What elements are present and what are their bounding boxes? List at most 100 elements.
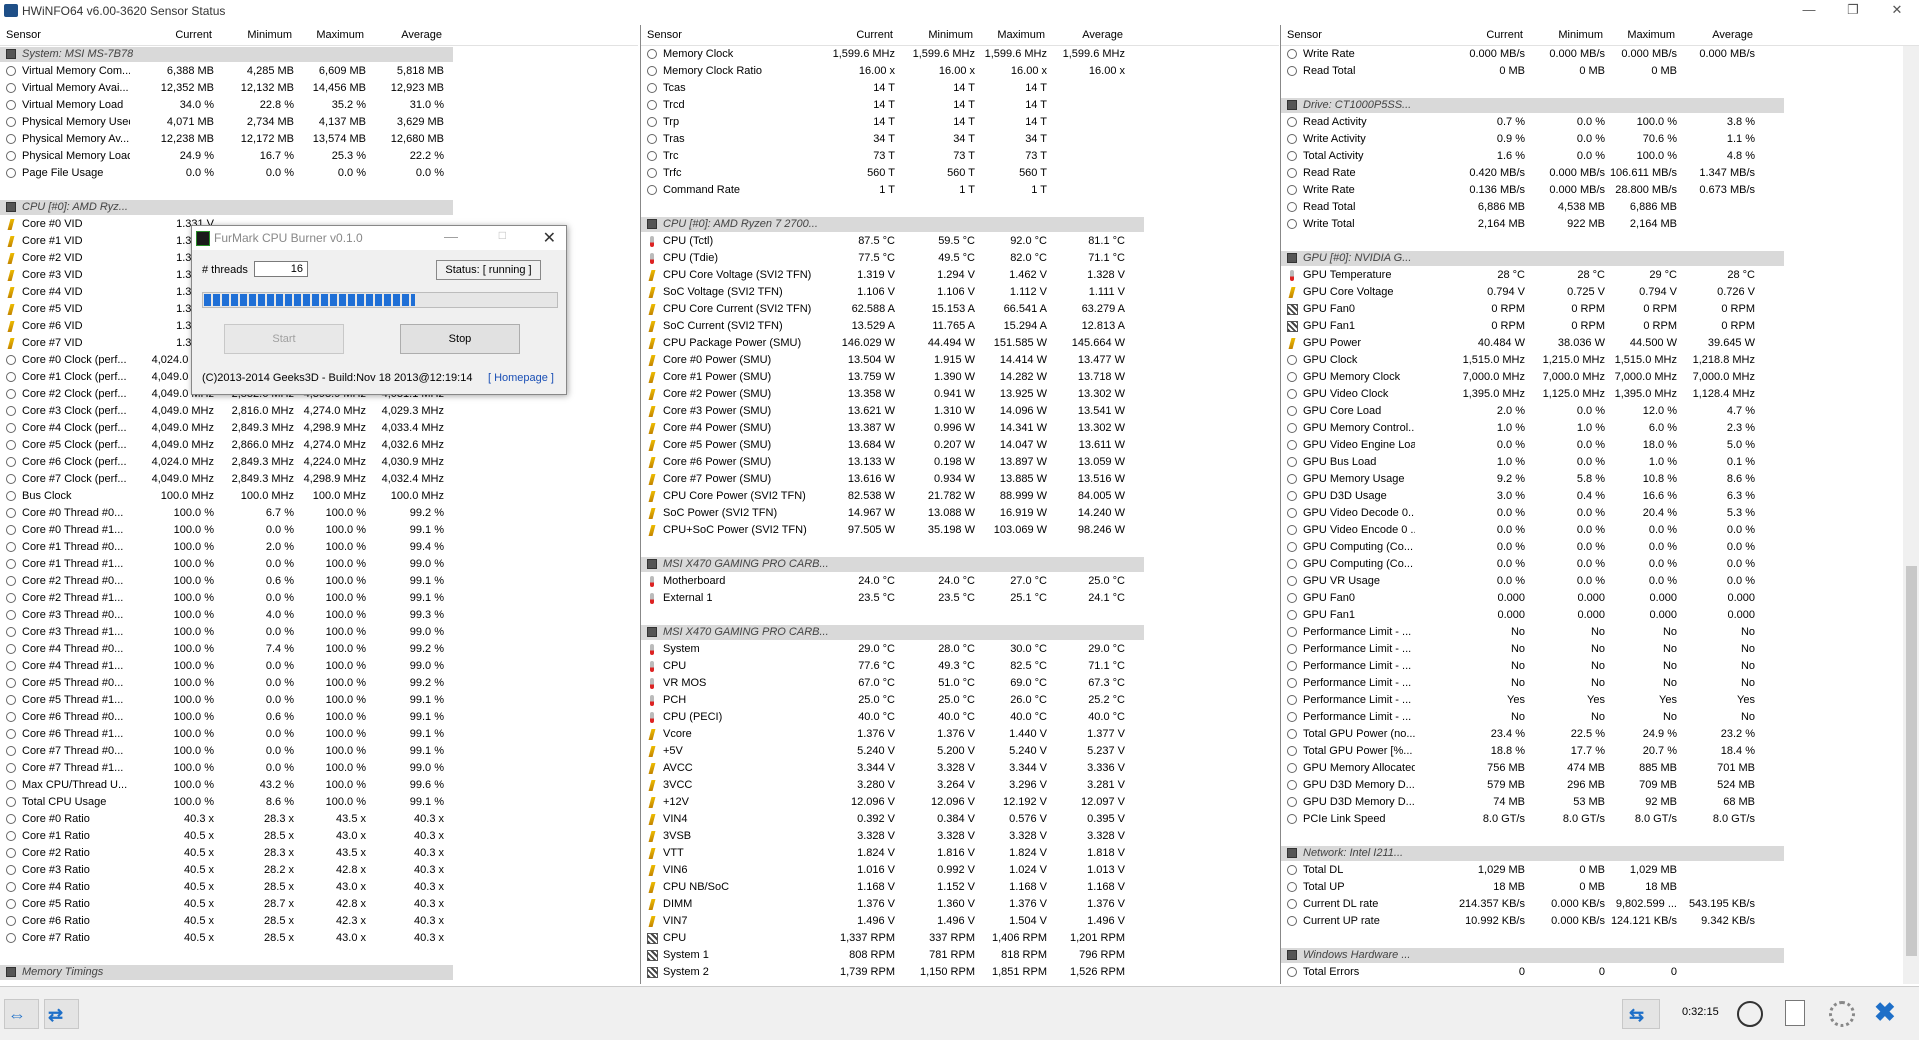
sensor-row[interactable]: Core #7 Clock (perf... 4,049.0 MHz 2,849.3… [0, 471, 638, 488]
sensor-row[interactable]: PCIe Link Speed 8.0 GT/s 8.0 GT/s 8.0 GT/s 8… [1281, 811, 1919, 828]
sensor-row[interactable]: GPU D3D Memory D... 579 MB 296 MB 709 MB 524… [1281, 777, 1919, 794]
close-button[interactable]: ✕ [1875, 0, 1919, 22]
header-average[interactable]: Average [372, 29, 442, 41]
sensor-row[interactable]: Trfc 560 T 560 T 560 T [641, 165, 1279, 182]
sensor-row[interactable]: +5V 5.240 V 5.200 V 5.240 V 5.237 V [641, 743, 1279, 760]
sensor-row[interactable]: Core #5 Ratio 40.5 x 28.7 x 42.8 x 40.3 x [0, 896, 638, 913]
sensor-row[interactable]: CPU (PECI) 40.0 °C 40.0 °C 40.0 °C 40.0 °C [641, 709, 1279, 726]
sensor-row[interactable]: Core #7 Ratio 40.5 x 28.5 x 43.0 x 40.3 x [0, 930, 638, 947]
sensor-row[interactable]: GPU Fan1 0 RPM 0 RPM 0 RPM 0 RPM [1281, 318, 1919, 335]
header-sensor[interactable]: Sensor [647, 29, 682, 41]
vertical-scrollbar[interactable] [1903, 46, 1919, 984]
sensor-row[interactable]: Core #4 Thread #1... 100.0 % 0.0 % 100.0 % 9… [0, 658, 638, 675]
sensor-row[interactable]: GPU Fan0 0.000 0.000 0.000 0.000 [1281, 590, 1919, 607]
stop-button[interactable]: Stop [400, 324, 520, 354]
homepage-link[interactable]: [ Homepage ] [488, 372, 554, 384]
sensor-row[interactable]: Memory Clock Ratio 16.00 x 16.00 x 16.00 x 1… [641, 63, 1279, 80]
sensor-row[interactable]: Core #4 Thread #0... 100.0 % 7.4 % 100.0 % 9… [0, 641, 638, 658]
minimize-button[interactable]: — [1787, 0, 1831, 22]
sensor-row[interactable]: GPU Memory Usage 9.2 % 5.8 % 10.8 % 8.6 % [1281, 471, 1919, 488]
sensor-row[interactable]: SoC Power (SVI2 TFN) 14.967 W 13.088 W 16.9… [641, 505, 1279, 522]
collapse-button[interactable]: ⇄ [44, 999, 79, 1029]
sensor-row[interactable]: GPU Memory Control... 1.0 % 1.0 % 6.0 % 2.3 … [1281, 420, 1919, 437]
sensor-row[interactable]: CPU 1,337 RPM 337 RPM 1,406 RPM 1,201 RPM [641, 930, 1279, 947]
sensor-row[interactable]: Page File Usage 0.0 % 0.0 % 0.0 % 0.0 % [0, 165, 638, 182]
sensor-row[interactable]: Current UP rate 10.992 KB/s 0.000 KB/s 124.… [1281, 913, 1919, 930]
sensor-row[interactable]: SoC Voltage (SVI2 TFN) 1.106 V 1.106 V 1.11… [641, 284, 1279, 301]
sensor-row[interactable]: Total CPU Usage 100.0 % 8.6 % 100.0 % 99.1 % [0, 794, 638, 811]
sensor-row[interactable]: Read Total 6,886 MB 4,538 MB 6,886 MB [1281, 199, 1919, 216]
sensor-row[interactable]: DIMM 1.376 V 1.360 V 1.376 V 1.376 V [641, 896, 1279, 913]
sensor-row[interactable]: GPU Power 40.484 W 38.036 W 44.500 W 39.645 … [1281, 335, 1919, 352]
sensor-row[interactable]: GPU Memory Allocated 756 MB 474 MB 885 MB 70… [1281, 760, 1919, 777]
sensor-row[interactable]: GPU Video Decode 0... 0.0 % 0.0 % 20.4 % 5.3… [1281, 505, 1919, 522]
sensor-group-header[interactable]: Drive: CT1000P5SS... [1281, 97, 1919, 114]
sensor-row[interactable]: Vcore 1.376 V 1.376 V 1.440 V 1.377 V [641, 726, 1279, 743]
sensor-row[interactable]: Total Errors 0 0 0 [1281, 964, 1919, 981]
sensor-row[interactable]: Performance Limit - ... No No No No [1281, 658, 1919, 675]
add-report-button[interactable] [1778, 999, 1812, 1027]
sensor-row[interactable]: Max CPU/Thread U... 100.0 % 43.2 % 100.0 % 9… [0, 777, 638, 794]
header-minimum[interactable]: Minimum [222, 29, 292, 41]
sensor-row[interactable]: Motherboard 24.0 °C 24.0 °C 27.0 °C 25.0 °C [641, 573, 1279, 590]
threads-input[interactable] [254, 261, 308, 277]
sensor-row[interactable]: Physical Memory Av... 12,238 MB 12,172 MB 1… [0, 131, 638, 148]
sensor-row[interactable]: Core #6 Ratio 40.5 x 28.5 x 42.3 x 40.3 x [0, 913, 638, 930]
sensor-row[interactable]: GPU Computing (Co... 0.0 % 0.0 % 0.0 % 0.0 % [1281, 539, 1919, 556]
dialog-minimize-button[interactable]: — [444, 228, 458, 244]
sensor-row[interactable]: GPU Video Clock 1,395.0 MHz 1,125.0 MHz 1,3… [1281, 386, 1919, 403]
sensor-row[interactable]: Virtual Memory Load 34.0 % 22.8 % 35.2 % 31.… [0, 97, 638, 114]
sensor-row[interactable]: Total UP 18 MB 0 MB 18 MB [1281, 879, 1919, 896]
dialog-maximize-button[interactable]: □ [499, 228, 506, 242]
sensor-row[interactable]: GPU VR Usage 0.0 % 0.0 % 0.0 % 0.0 % [1281, 573, 1919, 590]
sensor-group-header[interactable]: Windows Hardware ... [1281, 947, 1919, 964]
header-current[interactable]: Current [823, 29, 893, 41]
sensor-row[interactable]: GPU Fan1 0.000 0.000 0.000 0.000 [1281, 607, 1919, 624]
sensor-row[interactable]: VIN4 0.392 V 0.384 V 0.576 V 0.395 V [641, 811, 1279, 828]
scrollbar-thumb[interactable] [1906, 566, 1917, 956]
sensor-row[interactable]: Core #7 Power (SMU) 13.616 W 0.934 W 13.885… [641, 471, 1279, 488]
sensor-row[interactable]: GPU Memory Clock 7,000.0 MHz 7,000.0 MHz 7,… [1281, 369, 1919, 386]
sensor-row[interactable]: Tcas 14 T 14 T 14 T [641, 80, 1279, 97]
sensor-row[interactable]: Read Activity 0.7 % 0.0 % 100.0 % 3.8 % [1281, 114, 1919, 131]
sensor-row[interactable]: Trp 14 T 14 T 14 T [641, 114, 1279, 131]
sensor-row[interactable]: Core #1 Power (SMU) 13.759 W 1.390 W 14.282… [641, 369, 1279, 386]
sensor-group-header[interactable]: CPU [#0]: AMD Ryzen 7 2700... [641, 216, 1279, 233]
sensor-row[interactable]: System 29.0 °C 28.0 °C 30.0 °C 29.0 °C [641, 641, 1279, 658]
sensor-row[interactable]: Core #5 Thread #1... 100.0 % 0.0 % 100.0 % 9… [0, 692, 638, 709]
sensor-row[interactable]: Core #3 Thread #0... 100.0 % 4.0 % 100.0 % 9… [0, 607, 638, 624]
sensor-row[interactable]: +12V 12.096 V 12.096 V 12.192 V 12.097 V [641, 794, 1279, 811]
sensor-row[interactable]: Command Rate 1 T 1 T 1 T [641, 182, 1279, 199]
sensor-row[interactable]: GPU D3D Usage 3.0 % 0.4 % 16.6 % 6.3 % [1281, 488, 1919, 505]
sensor-row[interactable]: Core #2 Ratio 40.5 x 28.3 x 43.5 x 40.3 x [0, 845, 638, 862]
sensor-row[interactable]: Core #7 Thread #1... 100.0 % 0.0 % 100.0 % 9… [0, 760, 638, 777]
sensor-row[interactable]: AVCC 3.344 V 3.328 V 3.344 V 3.336 V [641, 760, 1279, 777]
sensor-row[interactable]: Performance Limit - ... No No No No [1281, 709, 1919, 726]
sensor-row[interactable]: Write Rate 0.136 MB/s 0.000 MB/s 28.800 MB/… [1281, 182, 1919, 199]
sensor-row[interactable]: Performance Limit - ... Yes Yes Yes Yes [1281, 692, 1919, 709]
sensor-row[interactable]: Trcd 14 T 14 T 14 T [641, 97, 1279, 114]
sensor-row[interactable]: Total DL 1,029 MB 0 MB 1,029 MB [1281, 862, 1919, 879]
sensor-row[interactable]: Trc 73 T 73 T 73 T [641, 148, 1279, 165]
sensor-row[interactable]: Core #3 Power (SMU) 13.621 W 1.310 W 14.096… [641, 403, 1279, 420]
header-minimum[interactable]: Minimum [903, 29, 973, 41]
restore-button[interactable]: ❐ [1831, 0, 1875, 22]
sensor-row[interactable]: System 2 1,739 RPM 1,150 RPM 1,851 RPM 1,526… [641, 964, 1279, 981]
sensor-row[interactable]: CPU Core Current (SVI2 TFN) 62.588 A 15.15… [641, 301, 1279, 318]
sensor-row[interactable]: Core #3 Clock (perf... 4,049.0 MHz 2,816.0… [0, 403, 638, 420]
sensor-row[interactable]: VIN7 1.496 V 1.496 V 1.504 V 1.496 V [641, 913, 1279, 930]
sensor-row[interactable]: Memory Clock 1,599.6 MHz 1,599.6 MHz 1,599.… [641, 46, 1279, 63]
sensor-row[interactable]: PCH 25.0 °C 25.0 °C 26.0 °C 25.2 °C [641, 692, 1279, 709]
sensor-row[interactable]: CPU Core Power (SVI2 TFN) 82.538 W 21.782 … [641, 488, 1279, 505]
sensor-row[interactable]: System 1 808 RPM 781 RPM 818 RPM 796 RPM [641, 947, 1279, 964]
sensor-row[interactable]: Core #5 Thread #0... 100.0 % 0.0 % 100.0 % 9… [0, 675, 638, 692]
sensor-row[interactable]: GPU Video Encode 0 ... 0.0 % 0.0 % 0.0 % 0.0… [1281, 522, 1919, 539]
network-button[interactable]: ⇆ [1622, 999, 1660, 1029]
sensor-row[interactable]: CPU NB/SoC 1.168 V 1.152 V 1.168 V 1.168 V [641, 879, 1279, 896]
sensor-group-header[interactable]: System: MSI MS-7B78 [0, 46, 638, 63]
sensor-row[interactable]: Performance Limit - ... No No No No [1281, 641, 1919, 658]
sensor-row[interactable]: Total GPU Power (no... 23.4 % 22.5 % 24.9 %… [1281, 726, 1919, 743]
sensor-row[interactable]: GPU Bus Load 1.0 % 0.0 % 1.0 % 0.1 % [1281, 454, 1919, 471]
sensor-row[interactable]: Virtual Memory Avai... 12,352 MB 12,132 MB… [0, 80, 638, 97]
sensor-row[interactable]: Core #3 Ratio 40.5 x 28.2 x 42.8 x 40.3 x [0, 862, 638, 879]
